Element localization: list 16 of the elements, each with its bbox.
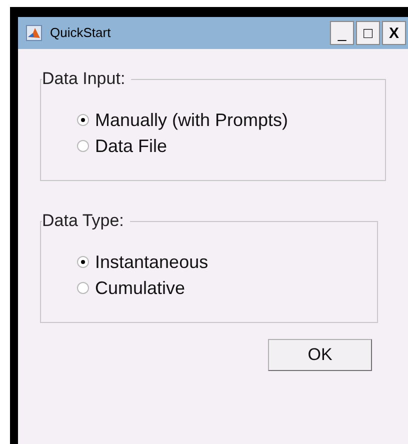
radio-button[interactable] — [77, 256, 89, 268]
window-title: QuickStart — [50, 24, 112, 42]
radio-button[interactable] — [77, 140, 89, 152]
option-label: Manually (with Prompts) — [95, 109, 288, 132]
group-title: Data Type: — [42, 211, 130, 231]
option-label: Instantaneous — [95, 251, 208, 274]
ok-button[interactable]: OK — [268, 339, 372, 371]
maximize-button[interactable]: □ — [356, 21, 380, 45]
option-label: Data File — [95, 135, 168, 158]
app-logo-icon — [26, 25, 42, 41]
close-button[interactable]: X — [382, 21, 406, 45]
option-label: Cumulative — [95, 277, 186, 300]
group-title: Data Input: — [42, 69, 132, 89]
radio-button[interactable] — [77, 282, 89, 294]
minimize-button[interactable]: _ — [330, 21, 354, 45]
radio-button[interactable] — [77, 114, 89, 126]
